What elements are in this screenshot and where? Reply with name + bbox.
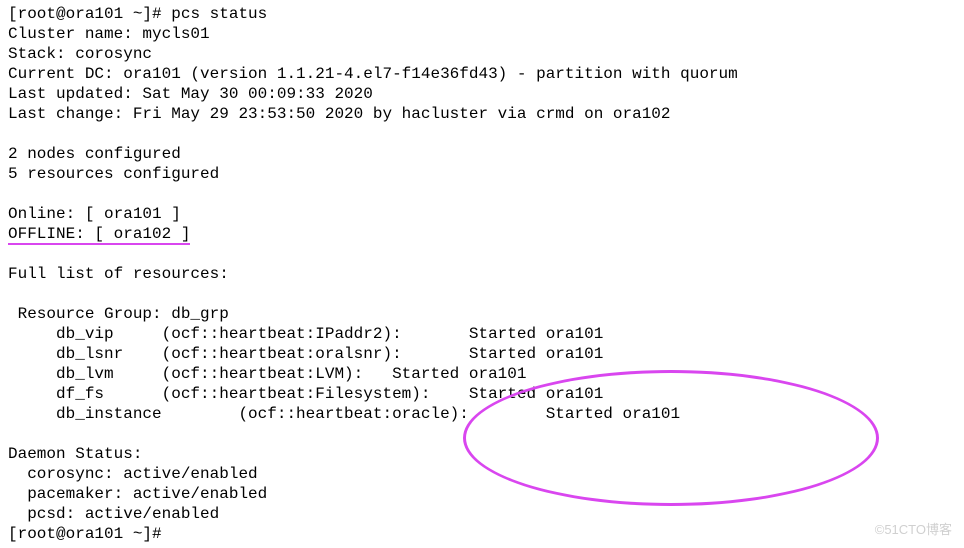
- full-list-header: Full list of resources:: [8, 265, 229, 283]
- nodes-configured-line: 2 nodes configured: [8, 145, 181, 163]
- last-updated-line: Last updated: Sat May 30 00:09:33 2020: [8, 85, 373, 103]
- prompt: [root@ora101 ~]#: [8, 5, 171, 23]
- stack-line: Stack: corosync: [8, 45, 152, 63]
- prompt: [root@ora101 ~]#: [8, 525, 171, 543]
- daemon-corosync: corosync: active/enabled: [8, 465, 258, 483]
- daemon-status-header: Daemon Status:: [8, 445, 142, 463]
- resource-db-lvm: db_lvm (ocf::heartbeat:LVM): Started ora…: [8, 365, 526, 383]
- command: pcs status: [171, 5, 267, 23]
- resource-db-instance: db_instance (ocf::heartbeat:oracle): Sta…: [8, 405, 680, 423]
- daemon-pcsd: pcsd: active/enabled: [8, 505, 219, 523]
- terminal-output[interactable]: [root@ora101 ~]# pcs status Cluster name…: [0, 0, 964, 548]
- online-nodes-line: Online: [ ora101 ]: [8, 205, 181, 223]
- resource-group-line: Resource Group: db_grp: [8, 305, 229, 323]
- resources-configured-line: 5 resources configured: [8, 165, 219, 183]
- current-dc-line: Current DC: ora101 (version 1.1.21-4.el7…: [8, 65, 738, 83]
- resource-df-fs: df_fs (ocf::heartbeat:Filesystem): Start…: [8, 385, 603, 403]
- watermark: ©51CTO博客: [875, 522, 952, 538]
- last-change-line: Last change: Fri May 29 23:53:50 2020 by…: [8, 105, 671, 123]
- offline-nodes-line: OFFLINE: [ ora102 ]: [8, 225, 190, 245]
- resource-db-lsnr: db_lsnr (ocf::heartbeat:oralsnr): Starte…: [8, 345, 603, 363]
- resource-db-vip: db_vip (ocf::heartbeat:IPaddr2): Started…: [8, 325, 603, 343]
- cluster-name-line: Cluster name: mycls01: [8, 25, 210, 43]
- daemon-pacemaker: pacemaker: active/enabled: [8, 485, 267, 503]
